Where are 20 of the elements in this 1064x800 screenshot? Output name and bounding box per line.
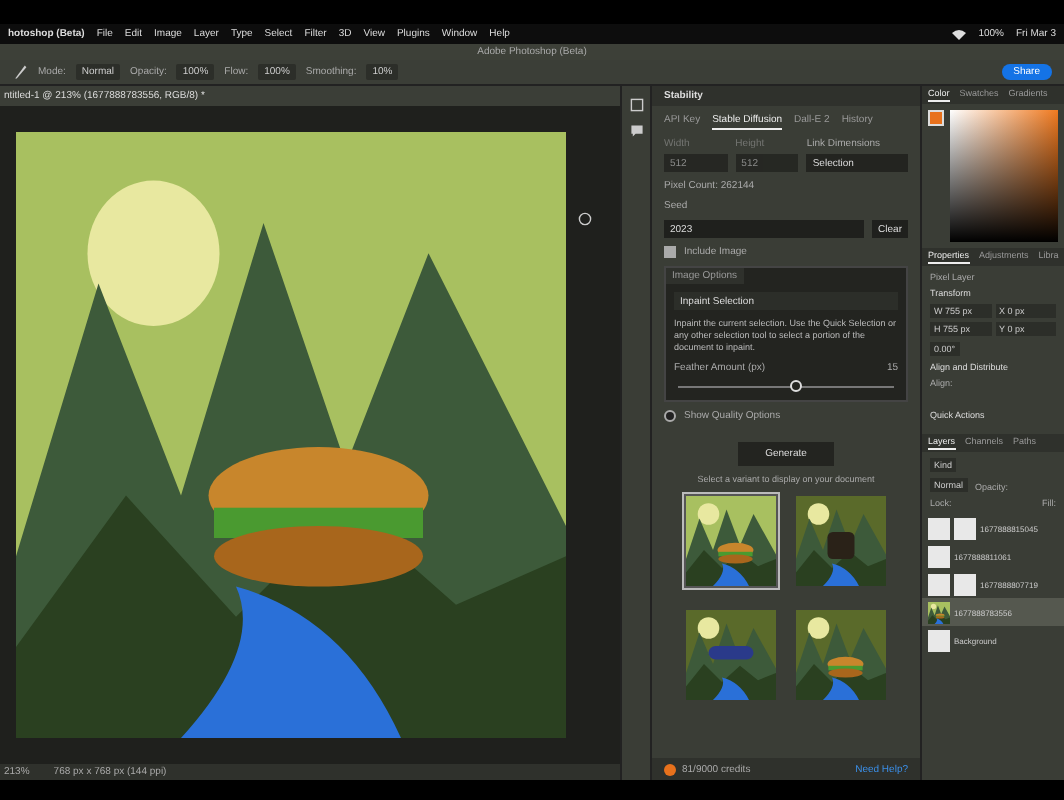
brush-icon[interactable]: [12, 64, 28, 80]
plugin-icon[interactable]: [629, 98, 643, 112]
mask-thumbnail: [954, 517, 976, 539]
mask-thumbnail: [954, 573, 976, 595]
slider-thumb[interactable]: [790, 379, 803, 392]
layer-thumbnail: [928, 629, 950, 651]
variant-tile[interactable]: [682, 605, 780, 704]
layer-thumbnail: [928, 573, 950, 595]
include-image-checkbox[interactable]: [664, 246, 676, 258]
variant-tile[interactable]: [792, 491, 890, 590]
color-picker[interactable]: [950, 110, 1058, 242]
layer-thumbnail: [928, 517, 950, 539]
variant-tile[interactable]: [682, 491, 780, 590]
layer-thumbnail: [928, 545, 950, 567]
quality-radio[interactable]: [664, 409, 676, 422]
credits-icon: [664, 763, 676, 775]
chat-icon[interactable]: [629, 124, 643, 138]
wifi-icon[interactable]: [952, 29, 967, 39]
color-swatch[interactable]: [928, 110, 944, 126]
variant-tile[interactable]: [792, 605, 890, 704]
